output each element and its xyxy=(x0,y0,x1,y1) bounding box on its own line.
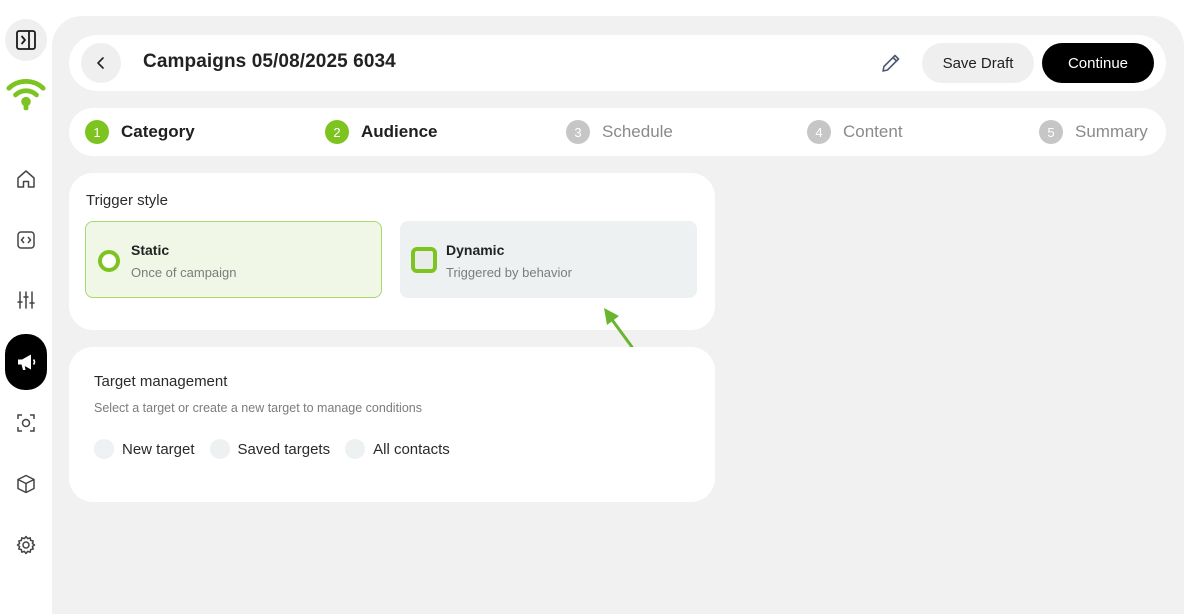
gear-icon[interactable] xyxy=(5,524,47,566)
chevron-left-icon xyxy=(97,57,104,69)
radio-label: New target xyxy=(122,440,195,458)
home-icon[interactable] xyxy=(5,158,47,200)
step-number: 1 xyxy=(85,120,109,144)
main-panel: Campaigns 05/08/2025 6034 Save Draft Con… xyxy=(52,16,1184,614)
radio-button[interactable] xyxy=(209,439,230,459)
step-number: 4 xyxy=(807,120,831,144)
back-button[interactable] xyxy=(81,43,121,83)
step-label: Content xyxy=(843,122,903,141)
megaphone-icon[interactable] xyxy=(5,334,47,390)
static-option[interactable]: Static Once of campaign xyxy=(85,221,382,298)
step-label: Schedule xyxy=(602,122,673,141)
step-number: 3 xyxy=(566,120,590,144)
save-draft-button[interactable]: Save Draft xyxy=(922,43,1034,83)
step-label: Category xyxy=(121,122,195,141)
step-audience[interactable]: 2 Audience xyxy=(325,120,438,144)
target-radio-group: New target Saved targets All contacts xyxy=(94,439,465,459)
new-target-option[interactable]: New target xyxy=(94,439,195,459)
option-name: Dynamic xyxy=(446,242,505,258)
sliders-icon[interactable] xyxy=(5,279,47,321)
radio-label: All contacts xyxy=(373,440,450,458)
dynamic-option[interactable]: Dynamic Triggered by behavior xyxy=(400,221,697,298)
radio-button[interactable] xyxy=(94,439,114,459)
target-management-subtitle: Select a target or create a new target t… xyxy=(94,401,422,415)
code-icon[interactable] xyxy=(5,219,47,261)
step-number: 5 xyxy=(1039,120,1063,144)
edit-title-button[interactable] xyxy=(879,51,903,75)
trigger-style-title: Trigger style xyxy=(86,192,168,209)
radio-button[interactable] xyxy=(345,439,366,459)
target-management-title: Target management xyxy=(94,373,228,390)
panel-toggle-icon[interactable] xyxy=(5,19,47,61)
option-description: Triggered by behavior xyxy=(446,265,572,280)
step-category[interactable]: 1 Category xyxy=(85,120,195,144)
page-title: Campaigns 05/08/2025 6034 xyxy=(143,51,396,72)
step-content[interactable]: 4 Content xyxy=(807,120,903,144)
sidebar xyxy=(0,0,52,614)
step-summary[interactable]: 5 Summary xyxy=(1039,120,1148,144)
continue-button[interactable]: Continue xyxy=(1042,43,1154,83)
radio-label: Saved targets xyxy=(237,440,331,458)
brand-logo xyxy=(5,73,47,115)
static-radio[interactable] xyxy=(98,250,120,272)
stepper: 1 Category 2 Audience 3 Schedule 4 Conte… xyxy=(69,108,1166,156)
dynamic-checkbox[interactable] xyxy=(411,247,437,273)
step-schedule[interactable]: 3 Schedule xyxy=(566,120,673,144)
all-contacts-option[interactable]: All contacts xyxy=(345,439,450,459)
option-name: Static xyxy=(131,242,170,258)
option-description: Once of campaign xyxy=(131,265,237,280)
header-bar: Campaigns 05/08/2025 6034 Save Draft Con… xyxy=(69,35,1166,91)
saved-targets-option[interactable]: Saved targets xyxy=(209,439,331,459)
pointer-arrow-icon xyxy=(604,308,634,349)
scan-icon[interactable] xyxy=(5,402,47,444)
box-icon[interactable] xyxy=(5,463,47,505)
pencil-icon xyxy=(882,54,900,72)
step-label: Summary xyxy=(1075,122,1148,141)
step-number: 2 xyxy=(325,120,349,144)
step-label: Audience xyxy=(361,122,438,141)
target-management-card: Target management Select a target or cre… xyxy=(69,347,715,502)
